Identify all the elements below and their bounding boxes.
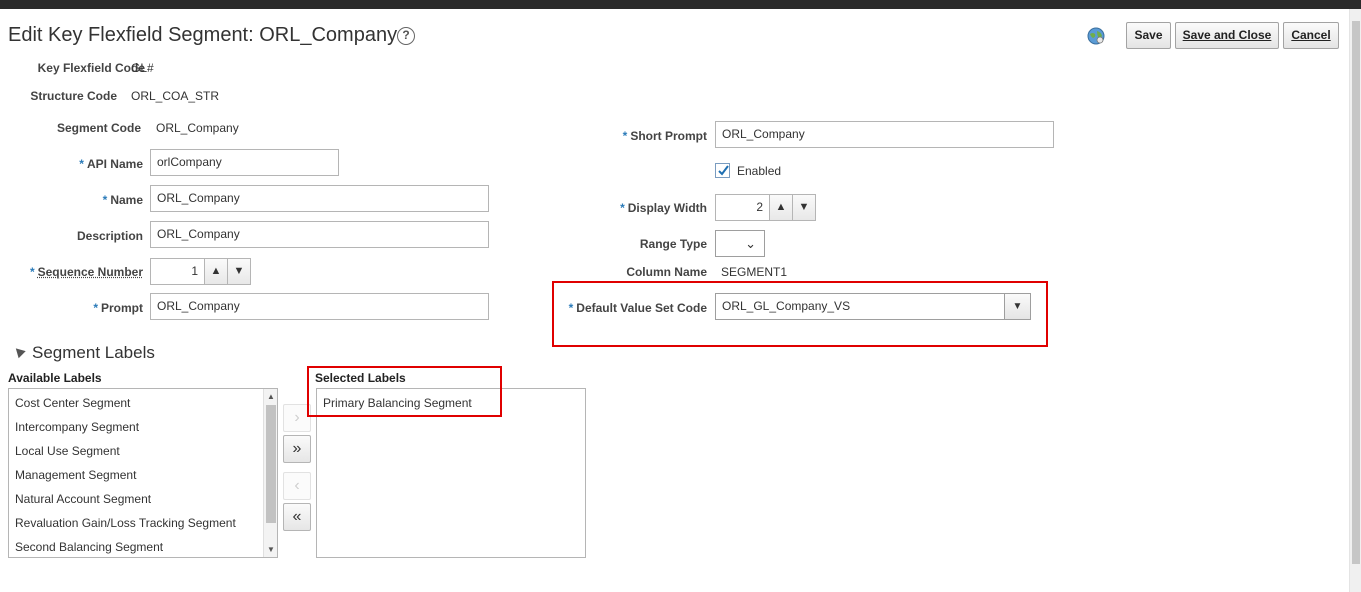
scroll-up-icon[interactable]: ▲ [264, 392, 277, 401]
display-width-label: * Display Width [620, 201, 707, 215]
column-name-value: SEGMENT1 [721, 265, 788, 279]
globe-icon[interactable] [1087, 27, 1105, 45]
top-bar [0, 0, 1361, 9]
list-item[interactable]: Management Segment [15, 468, 136, 482]
list-item[interactable]: Intercompany Segment [15, 420, 139, 434]
short-prompt-input[interactable]: ORL_Company [715, 121, 1054, 148]
segment-code-value: ORL_Company [156, 121, 239, 135]
structure-code-label: Structure Code [30, 89, 117, 103]
enabled-label: Enabled [737, 164, 782, 178]
required-marker: * [620, 201, 625, 215]
list-item[interactable]: Second Balancing Segment [15, 540, 163, 554]
save-and-close-button[interactable]: Save and Close [1175, 22, 1279, 49]
list-item[interactable]: Local Use Segment [15, 444, 120, 458]
scroll-down-icon[interactable]: ▼ [264, 545, 277, 554]
collapse-triangle-icon[interactable] [12, 344, 26, 359]
column-name-label: Column Name [626, 265, 707, 279]
required-marker: * [79, 157, 84, 171]
list-scrollbar-thumb[interactable] [266, 405, 276, 523]
description-input[interactable]: ORL_Company [150, 221, 489, 248]
segment-code-label: Segment Code [56, 121, 141, 135]
help-icon[interactable]: ? [397, 27, 415, 45]
description-label: Description [76, 229, 143, 243]
api-name-input[interactable]: orlCompany [150, 149, 339, 176]
sequence-number-value[interactable]: 1 [191, 259, 198, 284]
key-flexfield-code-value: GL# [131, 61, 154, 75]
list-item[interactable]: Cost Center Segment [15, 396, 130, 410]
list-item[interactable]: Natural Account Segment [15, 492, 151, 506]
sequence-number-label: * Sequence Number [29, 265, 143, 279]
required-marker: * [29, 265, 35, 279]
display-width-stepper[interactable]: 2 ▲ ▼ [715, 194, 816, 221]
display-width-value[interactable]: 2 [756, 195, 763, 220]
highlight-box [552, 281, 1048, 347]
enabled-checkbox[interactable] [715, 163, 730, 178]
required-marker: * [93, 301, 98, 315]
name-label: * Name [102, 193, 143, 207]
structure-code-value: ORL_COA_STR [131, 89, 220, 103]
sequence-number-stepper[interactable]: 1 ▲ ▼ [150, 258, 251, 285]
prompt-input[interactable]: ORL_Company [150, 293, 489, 320]
key-flexfield-code-label: Key Flexfield Code [37, 61, 145, 75]
available-labels-header: Available Labels [8, 371, 102, 385]
prompt-label: * Prompt [93, 301, 143, 315]
decrement-icon[interactable]: ▼ [792, 195, 815, 220]
required-marker: * [622, 129, 628, 143]
highlight-box [307, 366, 502, 417]
move-all-button[interactable]: » [283, 435, 311, 463]
remove-button[interactable]: ‹ [283, 472, 311, 500]
page-title: Edit Key Flexfield Segment: ORL_Company [8, 24, 398, 46]
cancel-button[interactable]: Cancel [1283, 22, 1339, 49]
range-type-select[interactable]: ⌄ [715, 230, 765, 257]
list-scrollbar[interactable]: ▲ ▼ [263, 389, 277, 557]
check-icon [718, 165, 729, 176]
increment-icon[interactable]: ▲ [769, 195, 792, 220]
increment-icon[interactable]: ▲ [204, 259, 227, 284]
required-marker: * [102, 193, 108, 207]
segment-labels-header[interactable]: Segment Labels [12, 343, 155, 363]
chevron-down-icon: ⌄ [745, 236, 756, 251]
remove-all-button[interactable]: « [283, 503, 311, 531]
api-name-label: * API Name [79, 157, 143, 171]
range-type-label: Range Type [639, 237, 707, 251]
page-scrollbar-thumb[interactable] [1352, 21, 1360, 564]
name-input[interactable]: ORL_Company [150, 185, 489, 212]
list-item[interactable]: Revaluation Gain/Loss Tracking Segment [15, 516, 236, 530]
page-scrollbar[interactable] [1349, 9, 1361, 592]
decrement-icon[interactable]: ▼ [227, 259, 250, 284]
save-button[interactable]: Save [1126, 22, 1171, 49]
short-prompt-label: * Short Prompt [622, 129, 707, 143]
available-labels-list[interactable]: Cost Center Segment Intercompany Segment… [8, 388, 278, 558]
